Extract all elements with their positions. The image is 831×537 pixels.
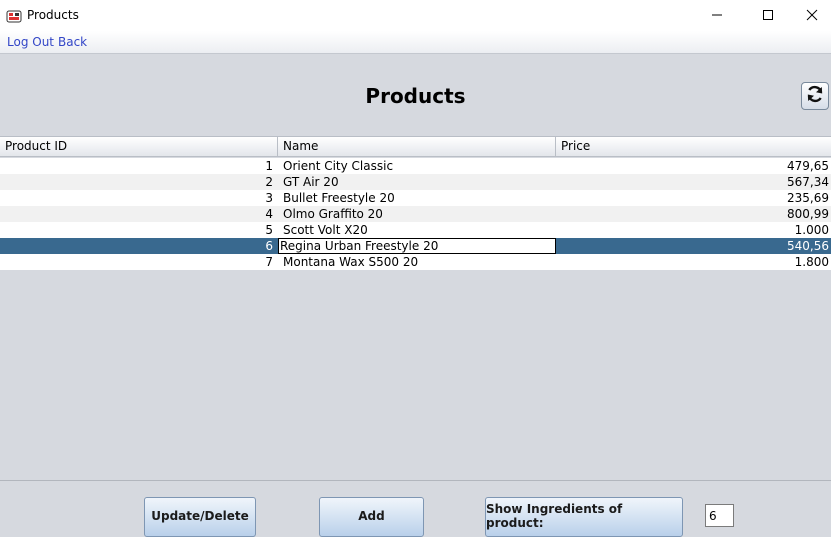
minimize-button[interactable] bbox=[694, 0, 740, 31]
title-bar: Products bbox=[0, 0, 831, 31]
add-button[interactable]: Add bbox=[319, 497, 424, 537]
maximize-icon bbox=[762, 6, 774, 25]
logout-link[interactable]: Log Out bbox=[7, 35, 54, 49]
back-link[interactable]: Back bbox=[58, 35, 87, 49]
product-id-cell[interactable]: 1 bbox=[0, 158, 278, 174]
page-title: Products bbox=[365, 84, 466, 108]
maximize-button[interactable] bbox=[745, 0, 791, 31]
column-header-name[interactable]: Name bbox=[278, 137, 556, 156]
product-number-input[interactable] bbox=[705, 504, 734, 527]
product-name-cell[interactable]: Orient City Classic bbox=[278, 158, 556, 174]
product-id-cell[interactable]: 5 bbox=[0, 222, 278, 238]
table-row[interactable]: 3 Bullet Freestyle 20 235,69 bbox=[0, 190, 831, 206]
divider bbox=[0, 480, 831, 481]
product-price-cell[interactable]: 567,34 bbox=[556, 174, 831, 190]
table-row[interactable]: 5 Scott Volt X20 1.000 bbox=[0, 222, 831, 238]
update-delete-button[interactable]: Update/Delete bbox=[144, 497, 256, 537]
refresh-icon bbox=[805, 84, 825, 108]
table-row[interactable]: 7 Montana Wax S500 20 1.800 bbox=[0, 254, 831, 270]
product-name-cell[interactable]: Montana Wax S500 20 bbox=[278, 254, 556, 270]
column-header-price[interactable]: Price bbox=[556, 137, 831, 156]
table-row[interactable]: 2 GT Air 20 567,34 bbox=[0, 174, 831, 190]
window-title: Products bbox=[27, 8, 79, 22]
close-icon bbox=[806, 6, 818, 25]
menu-bar: Log Out Back bbox=[0, 31, 831, 54]
table-header: Product ID Name Price bbox=[0, 136, 831, 157]
table-row[interactable]: 1 Orient City Classic 479,65 bbox=[0, 158, 831, 174]
product-name-cell[interactable]: Scott Volt X20 bbox=[278, 222, 556, 238]
product-price-cell[interactable]: 1.000 bbox=[556, 222, 831, 238]
refresh-button[interactable] bbox=[801, 82, 829, 110]
product-name-cell[interactable]: Olmo Graffito 20 bbox=[278, 206, 556, 222]
table-row-selected[interactable]: 6 Regina Urban Freestyle 20 540,56 bbox=[0, 238, 831, 254]
show-ingredients-button[interactable]: Show Ingredients of product: bbox=[485, 497, 683, 537]
product-price-cell[interactable]: 800,99 bbox=[556, 206, 831, 222]
app-icon bbox=[6, 8, 22, 23]
product-name-cell-focused[interactable]: Regina Urban Freestyle 20 bbox=[278, 238, 556, 254]
minimize-icon bbox=[711, 6, 723, 25]
product-price-cell[interactable]: 479,65 bbox=[556, 158, 831, 174]
product-id-cell[interactable]: 4 bbox=[0, 206, 278, 222]
product-price-cell[interactable]: 1.800 bbox=[556, 254, 831, 270]
table-row[interactable]: 4 Olmo Graffito 20 800,99 bbox=[0, 206, 831, 222]
product-name-cell[interactable]: Bullet Freestyle 20 bbox=[278, 190, 556, 206]
product-id-cell[interactable]: 3 bbox=[0, 190, 278, 206]
product-id-cell[interactable]: 2 bbox=[0, 174, 278, 190]
product-price-cell[interactable]: 235,69 bbox=[556, 190, 831, 206]
product-id-cell[interactable]: 6 bbox=[0, 238, 278, 254]
close-button[interactable] bbox=[789, 0, 831, 31]
column-header-product-id[interactable]: Product ID bbox=[0, 137, 278, 156]
product-id-cell[interactable]: 7 bbox=[0, 254, 278, 270]
product-name-cell[interactable]: GT Air 20 bbox=[278, 174, 556, 190]
product-price-cell[interactable]: 540,56 bbox=[556, 238, 831, 254]
